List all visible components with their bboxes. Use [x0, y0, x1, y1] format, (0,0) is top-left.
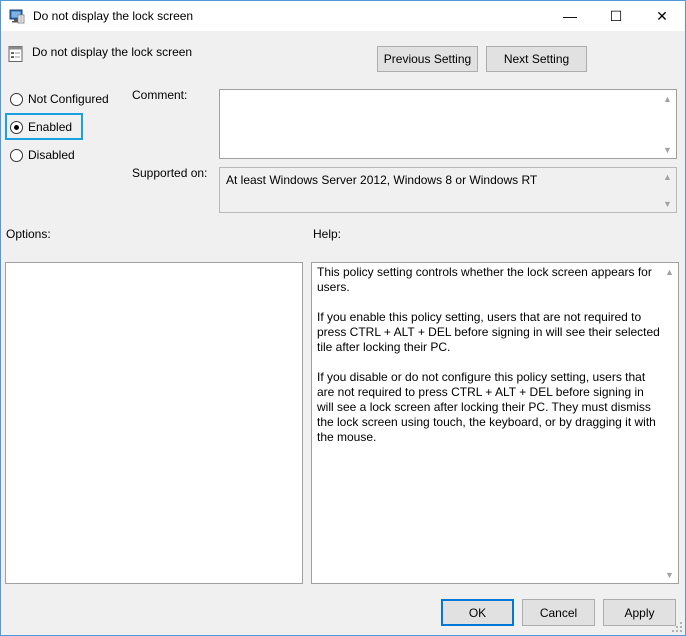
supported-on-value: At least Windows Server 2012, Windows 8 …: [226, 173, 538, 187]
close-button[interactable]: ✕: [639, 1, 685, 31]
help-text: This policy setting controls whether the…: [317, 265, 663, 460]
minimize-icon: —: [563, 8, 577, 24]
radio-enabled[interactable]: Enabled: [10, 117, 72, 137]
options-panel: [5, 262, 303, 584]
maximize-button[interactable]: ☐: [593, 1, 639, 31]
scroll-up-icon[interactable]: ▲: [659, 168, 676, 185]
supported-on-label: Supported on:: [132, 166, 208, 180]
maximize-icon: ☐: [609, 7, 623, 24]
radio-disabled-label: Disabled: [28, 148, 75, 162]
supported-on-field: At least Windows Server 2012, Windows 8 …: [219, 167, 677, 213]
radio-enabled-circle[interactable]: [10, 120, 23, 134]
supported-on-scrollbar[interactable]: ▲ ▼: [659, 168, 676, 212]
help-paragraph: If you enable this policy setting, users…: [317, 310, 660, 354]
help-paragraph: This policy setting controls whether the…: [317, 265, 652, 294]
comment-scrollbar[interactable]: ▲ ▼: [659, 90, 676, 158]
radio-not-configured-circle[interactable]: [10, 92, 23, 106]
scroll-up-icon[interactable]: ▲: [659, 90, 676, 107]
scroll-down-icon[interactable]: ▼: [661, 566, 678, 583]
resize-grip-icon[interactable]: [671, 621, 683, 633]
comment-textarea[interactable]: ▲ ▼: [219, 89, 677, 159]
scroll-down-icon[interactable]: ▼: [659, 141, 676, 158]
help-scrollbar[interactable]: ▲ ▼: [661, 263, 678, 583]
radio-disabled-circle[interactable]: [10, 148, 23, 162]
options-label: Options:: [6, 227, 51, 241]
ok-button[interactable]: OK: [441, 599, 514, 626]
close-icon: ✕: [656, 7, 668, 24]
radio-disabled[interactable]: Disabled: [10, 145, 75, 165]
help-paragraph: If you disable or do not configure this …: [317, 370, 656, 444]
title-bar[interactable]: Do not display the lock screen — ☐ ✕: [1, 1, 685, 31]
window-title: Do not display the lock screen: [33, 9, 194, 23]
help-label: Help:: [313, 227, 342, 241]
setting-title: Do not display the lock screen: [32, 45, 193, 59]
radio-not-configured-label: Not Configured: [28, 92, 109, 106]
radio-not-configured[interactable]: Not Configured: [10, 89, 109, 109]
policy-setting-icon: [8, 46, 23, 62]
comment-label: Comment:: [132, 88, 188, 102]
scroll-up-icon[interactable]: ▲: [661, 263, 678, 280]
minimize-button[interactable]: —: [547, 1, 593, 31]
help-panel: This policy setting controls whether the…: [311, 262, 679, 584]
next-setting-button[interactable]: Next Setting: [486, 46, 587, 72]
apply-button[interactable]: Apply: [603, 599, 676, 626]
previous-setting-button[interactable]: Previous Setting: [377, 46, 478, 72]
cancel-button[interactable]: Cancel: [522, 599, 595, 626]
scroll-down-icon[interactable]: ▼: [659, 195, 676, 212]
policy-editor-icon: [9, 9, 25, 24]
policy-dialog: Do not display the lock screen — ☐ ✕ Do …: [0, 0, 686, 636]
radio-enabled-label: Enabled: [28, 120, 73, 134]
